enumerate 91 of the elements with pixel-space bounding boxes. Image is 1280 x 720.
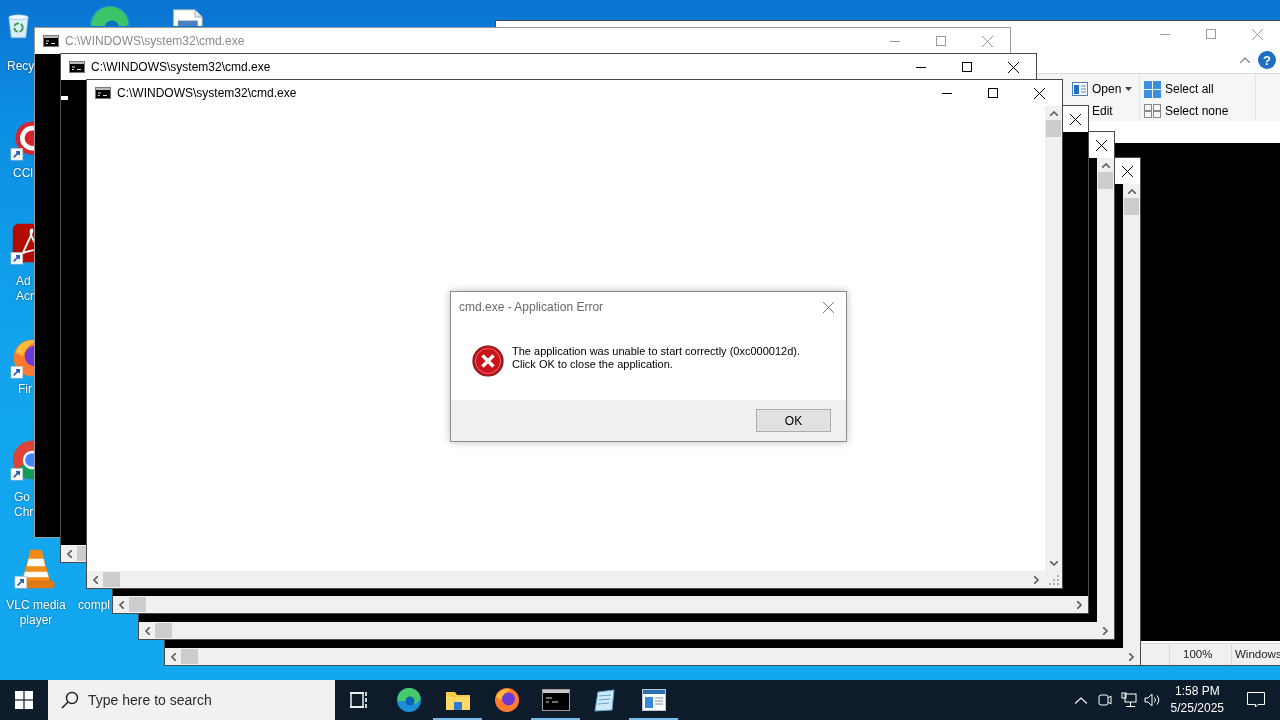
desktop-icon-label: Recy	[7, 59, 35, 74]
window-title: C:\WINDOWS\system32\cmd.exe	[65, 34, 245, 48]
minimize-icon	[1160, 33, 1170, 35]
camera-icon	[1097, 692, 1112, 708]
notepad-icon	[591, 687, 618, 713]
scroll-thumb[interactable]	[77, 546, 87, 561]
minimize-icon	[916, 66, 926, 68]
ribbon-button[interactable]: Open	[1070, 78, 1135, 100]
clock[interactable]: 1:58 PM 5/25/2025	[1164, 683, 1232, 717]
maximize-icon	[1206, 29, 1216, 39]
scroll-thumb[interactable]	[155, 623, 172, 638]
scroll-down-icon[interactable]	[1049, 561, 1058, 566]
close-icon	[1251, 28, 1263, 40]
horizontal-scrollbar[interactable]	[165, 648, 1140, 665]
window-title: C:\WINDOWS\system32\cmd.exe	[91, 60, 271, 74]
volume-icon	[1144, 692, 1162, 708]
horizontal-scrollbar[interactable]	[87, 571, 1045, 588]
maximize-icon	[936, 36, 946, 46]
select-none-icon	[1144, 104, 1161, 118]
scroll-thumb[interactable]	[129, 597, 146, 612]
desktop-icon-label: VLC media player	[5, 598, 67, 628]
desktop-icon-label: Go Chr	[14, 490, 34, 520]
scroll-thumb[interactable]	[1124, 198, 1139, 215]
network-icon	[1120, 692, 1137, 708]
desktop-icon-label: CCl	[13, 166, 33, 181]
task-view-icon	[349, 691, 370, 709]
open-icon	[1072, 82, 1088, 96]
scroll-thumb[interactable]	[103, 572, 120, 587]
scroll-left-icon[interactable]	[171, 652, 176, 661]
error-icon	[472, 345, 504, 377]
ok-button[interactable]: OK	[756, 409, 831, 432]
scroll-left-icon[interactable]	[93, 575, 98, 584]
scroll-left-icon[interactable]	[145, 626, 150, 635]
window-icon	[641, 689, 666, 711]
window-title: C:\WINDOWS\system32\cmd.exe	[117, 86, 297, 100]
maximize-icon	[988, 88, 998, 98]
browser-icon	[395, 687, 422, 713]
select-all-icon	[1144, 80, 1161, 98]
horizontal-scrollbar[interactable]	[113, 596, 1088, 613]
close-icon	[1033, 87, 1045, 99]
close-icon	[981, 35, 993, 47]
console-icon	[69, 61, 85, 73]
close-icon	[1121, 165, 1133, 177]
scroll-left-icon[interactable]	[119, 600, 124, 609]
notification-icon	[1247, 692, 1265, 708]
scroll-right-icon[interactable]	[1077, 600, 1082, 609]
scroll-thumb[interactable]	[1098, 172, 1113, 189]
document-app-icon[interactable]	[10, 222, 34, 266]
close-icon	[1095, 139, 1107, 151]
error-message: The application was unable to start correctly (0xc000012d). Click OK to close the application.	[512, 345, 801, 371]
horizontal-scrollbar[interactable]	[139, 622, 1114, 639]
collapse-ribbon-icon[interactable]	[1240, 57, 1250, 63]
minimize-icon	[890, 40, 900, 42]
close-icon	[823, 301, 834, 313]
terminal-icon	[541, 689, 570, 711]
vertical-scrollbar[interactable]	[1123, 184, 1140, 648]
dialog-title: cmd.exe - Application Error	[459, 300, 605, 314]
ribbon-button[interactable]: Select all	[1142, 78, 1216, 100]
vertical-scrollbar[interactable]	[1097, 158, 1114, 622]
scroll-thumb[interactable]	[1046, 120, 1061, 137]
status-text: 100%	[1169, 644, 1231, 665]
minimize-icon	[942, 92, 952, 94]
scroll-left-icon[interactable]	[67, 549, 72, 558]
clock-date: 5/25/2025	[1170, 700, 1224, 717]
close-icon	[1069, 113, 1081, 125]
console-icon	[95, 87, 111, 99]
scroll-up-icon[interactable]	[1049, 111, 1058, 116]
vertical-scrollbar[interactable]	[1045, 106, 1062, 571]
ribbon-button[interactable]: Select none	[1142, 100, 1231, 122]
desktop-icon-label: Fir	[18, 382, 32, 397]
desktop-icon-label: Ad Acr	[16, 274, 34, 304]
folder-icon	[444, 689, 471, 711]
desktop-icon-label: compl	[78, 598, 110, 613]
clock-time: 1:58 PM	[1174, 683, 1220, 700]
ribbon-button[interactable]: Edit	[1090, 100, 1115, 122]
scroll-right-icon[interactable]	[1103, 626, 1108, 635]
chevron-up-icon	[1074, 696, 1087, 704]
scroll-up-icon[interactable]	[1101, 163, 1110, 168]
scroll-thumb[interactable]	[181, 649, 198, 664]
search-field[interactable]: Type here to search	[48, 680, 335, 720]
browser-icon	[493, 687, 520, 713]
windows-logo-icon	[15, 691, 33, 709]
scroll-right-icon[interactable]	[1129, 652, 1134, 661]
close-icon	[1007, 61, 1019, 73]
search-icon	[61, 691, 79, 709]
help-button[interactable]: ?	[1258, 51, 1276, 69]
horizontal-scrollbar[interactable]	[61, 545, 87, 562]
scroll-right-icon[interactable]	[1034, 575, 1039, 584]
maximize-icon	[962, 62, 972, 72]
console-icon	[43, 35, 59, 47]
scroll-up-icon[interactable]	[1127, 189, 1136, 194]
